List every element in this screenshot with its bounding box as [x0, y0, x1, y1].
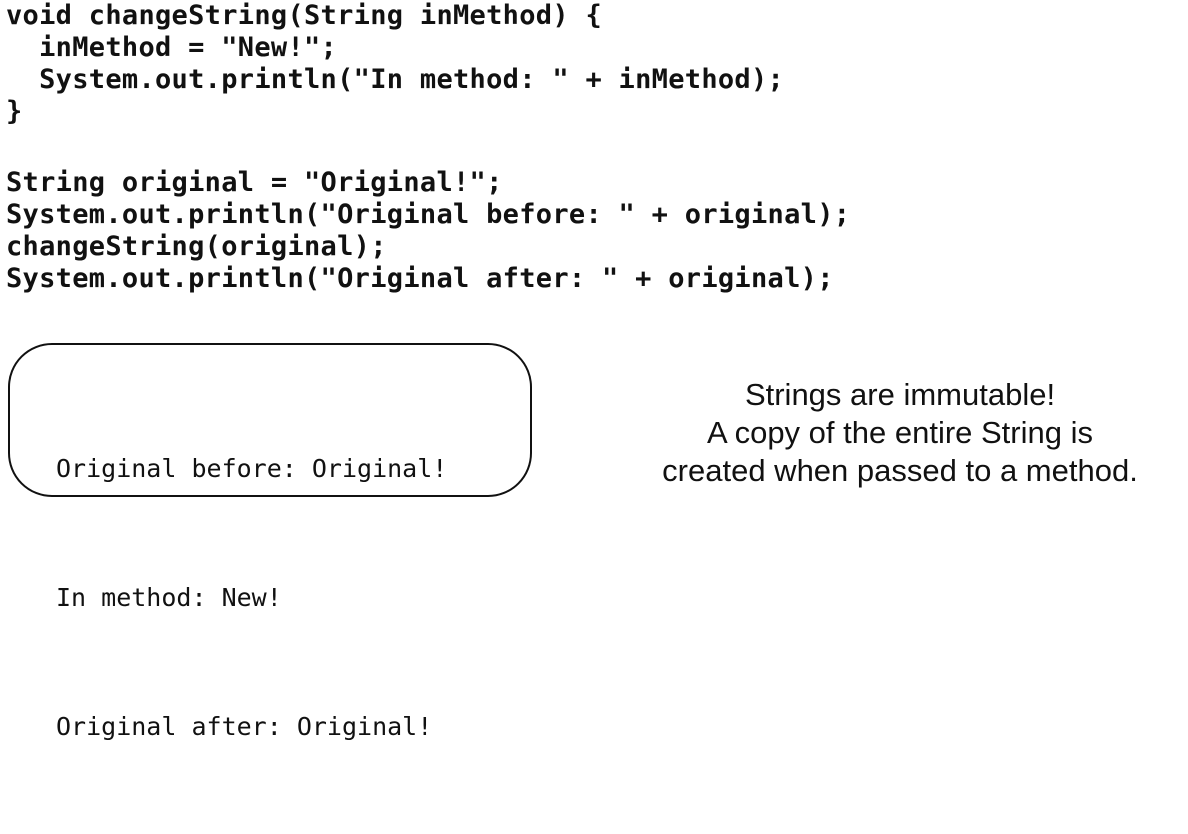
code-line: System.out.println("Original before: " +…: [6, 199, 851, 230]
console-output-box: Original before: Original! In method: Ne…: [8, 343, 532, 741]
caller-code: String original = "Original!"; System.out…: [6, 167, 850, 295]
output-line: In method: New!: [56, 583, 282, 612]
code-line: changeString(original);: [6, 231, 387, 262]
note-line: Strings are immutable!: [744, 377, 1056, 412]
code-line: System.out.println("Original after: " + …: [6, 263, 834, 294]
console-output-text: Original before: Original! In method: Ne…: [56, 361, 447, 834]
code-line: String original = "Original!";: [6, 167, 503, 198]
explanation-note: Strings are immutable! A copy of the ent…: [600, 376, 1188, 490]
output-line: Original after: Original!: [56, 712, 433, 741]
code-line: }: [6, 96, 23, 127]
note-line: created when passed to a method.: [662, 453, 1138, 488]
code-line: void changeString(String inMethod) {: [6, 0, 602, 31]
method-definition-code: void changeString(String inMethod) { inM…: [6, 0, 784, 128]
note-line: A copy of the entire String is: [707, 415, 1093, 450]
output-line: Original before: Original!: [56, 454, 448, 483]
code-line: inMethod = "New!";: [6, 32, 338, 63]
code-line: System.out.println("In method: " + inMet…: [6, 64, 785, 95]
